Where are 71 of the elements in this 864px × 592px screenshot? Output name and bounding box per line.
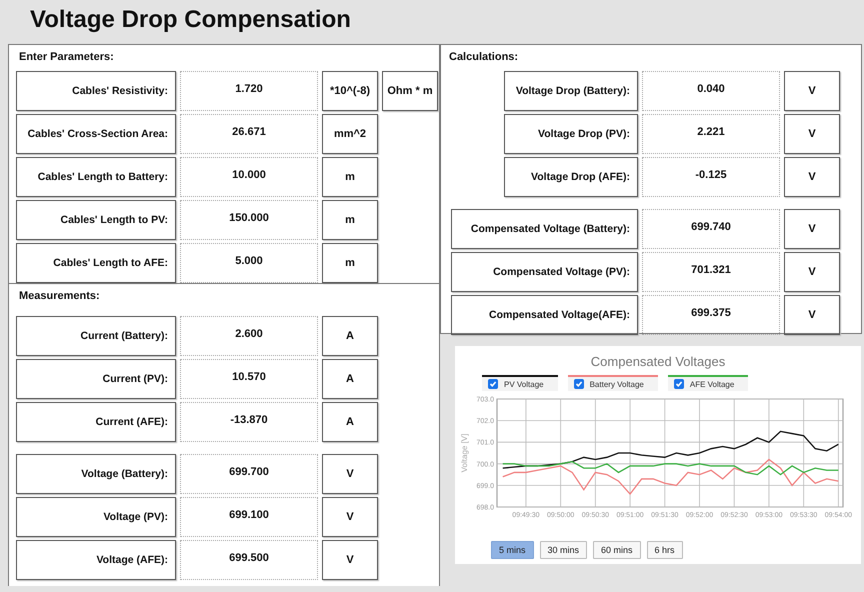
legend-item[interactable]: AFE Voltage — [668, 375, 748, 391]
field-label: Cables' Length to AFE: — [16, 243, 176, 283]
field-label: Voltage (AFE): — [16, 540, 176, 580]
range-button[interactable]: 6 hrs — [646, 541, 683, 559]
unit-label: V — [322, 454, 378, 494]
unit-label: A — [322, 359, 378, 399]
unit-label: V — [784, 114, 840, 154]
value-field: 2.600 — [180, 316, 318, 356]
value-field: 10.570 — [180, 359, 318, 399]
unit-label: V — [784, 295, 840, 335]
unit-label: V — [322, 497, 378, 537]
field-label: Compensated Voltage (Battery): — [451, 209, 638, 249]
field-label: Compensated Voltage (PV): — [451, 252, 638, 292]
value-field: 5.000 — [180, 243, 318, 283]
value-field: -13.870 — [180, 402, 318, 442]
field-label: Current (PV): — [16, 359, 176, 399]
unit-label: A — [322, 402, 378, 442]
field-label: Cables' Cross-Section Area: — [16, 114, 176, 154]
value-field: 150.000 — [180, 200, 318, 240]
value-field: 699.100 — [180, 497, 318, 537]
legend-item[interactable]: Battery Voltage — [568, 375, 658, 391]
unit-label: V — [322, 540, 378, 580]
field-label: Current (Battery): — [16, 316, 176, 356]
unit-label: *10^(-8) — [322, 71, 378, 111]
field-label: Voltage Drop (AFE): — [504, 157, 638, 197]
field-label: Voltage (Battery): — [16, 454, 176, 494]
section-heading: Calculations: — [448, 50, 520, 65]
unit-label: V — [784, 71, 840, 111]
value-field: 10.000 — [180, 157, 318, 197]
page-title: Voltage Drop Compensation — [29, 5, 352, 35]
value-field: 699.375 — [642, 295, 780, 335]
unit-label: m — [322, 200, 378, 240]
range-button[interactable]: 60 mins — [593, 541, 641, 559]
range-button[interactable]: 30 mins — [540, 541, 588, 559]
field-label: Compensated Voltage(AFE): — [451, 295, 638, 335]
value-field: 699.740 — [642, 209, 780, 249]
value-field: 0.040 — [642, 71, 780, 111]
checkbox[interactable] — [674, 379, 684, 389]
range-button[interactable]: 5 mins — [491, 541, 534, 559]
checkbox[interactable] — [488, 379, 498, 389]
unit-label: V — [784, 157, 840, 197]
value-field: 2.221 — [642, 114, 780, 154]
value-field: -0.125 — [642, 157, 780, 197]
legend-label: PV Voltage — [504, 380, 544, 388]
field-label: Cables' Length to PV: — [16, 200, 176, 240]
unit-label: mm^2 — [322, 114, 378, 154]
value-field: 699.700 — [180, 454, 318, 494]
field-label: Cables' Length to Battery: — [16, 157, 176, 197]
legend-item[interactable]: PV Voltage — [482, 375, 558, 391]
value-field: 1.720 — [180, 71, 318, 111]
checkbox[interactable] — [574, 379, 584, 389]
value-field: 699.500 — [180, 540, 318, 580]
legend-label: AFE Voltage — [690, 380, 734, 388]
y-axis-label: Voltage [V] — [460, 434, 469, 472]
field-label: Voltage (PV): — [16, 497, 176, 537]
legend-label: Battery Voltage — [590, 380, 644, 388]
unit-label: m — [322, 157, 378, 197]
field-label: Current (AFE): — [16, 402, 176, 442]
unit-label: A — [322, 316, 378, 356]
chart-title: Compensated Voltages — [590, 354, 726, 369]
field-label: Voltage Drop (Battery): — [504, 71, 638, 111]
section-heading: Measurements: — [18, 289, 101, 304]
section-heading: Enter Parameters: — [18, 50, 115, 65]
value-field: 26.671 — [180, 114, 318, 154]
field-label: Cables' Resistivity: — [16, 71, 176, 111]
unit-label: V — [784, 209, 840, 249]
unit-label: m — [322, 243, 378, 283]
unit-label: V — [784, 252, 840, 292]
unit-label: Ohm * m — [382, 71, 438, 111]
field-label: Voltage Drop (PV): — [504, 114, 638, 154]
value-field: 701.321 — [642, 252, 780, 292]
